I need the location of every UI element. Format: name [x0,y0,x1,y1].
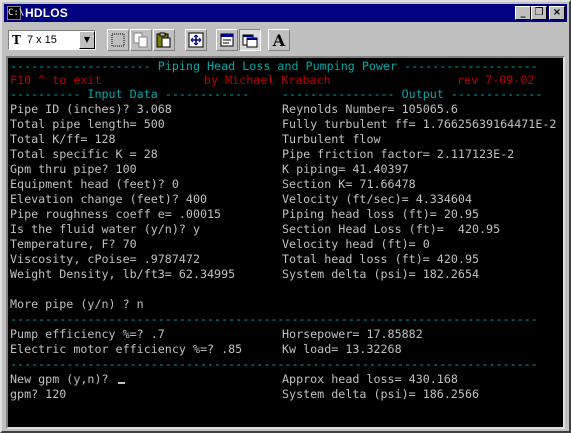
background-icon [242,34,258,48]
input-line: Total specific K = 28 [10,147,158,161]
copy-icon [133,32,148,48]
new-gpm-prompt[interactable]: New gpm (y,n)? [10,372,125,387]
revision-line: rev 7-09-02 [457,73,535,87]
text-cursor [117,382,125,384]
console-output[interactable]: -------------------- Piping Head Loss an… [6,56,565,429]
mark-icon [111,33,125,47]
input-header: ---------- Input Data ------------ [10,87,250,101]
output-line: Section K= 71.66478 [282,177,416,191]
paste-button[interactable] [153,29,175,51]
output-line: Turbulent flow [282,132,381,146]
input-line: Equipment head (feet)? 0 [10,177,179,191]
gpm-prompt: gpm? 120 [10,387,67,401]
output-line: System delta (psi)= 182.2654 [282,267,480,281]
output-line: Section Head Loss (ft)= 420.95 [282,222,501,236]
input-line: Viscosity, cPoise= .9787472 [10,252,200,266]
input-line: Temperature, F? 70 [10,237,137,251]
output-line: Piping head loss (ft)= 20.95 [282,207,480,221]
chevron-down-icon[interactable]: ▼ [79,31,95,49]
more-pipe-prompt: More pipe (y/n) ? n [10,297,144,311]
output-header: ---------------- Output ------------- [282,87,543,101]
minimize-button[interactable]: _ [515,6,531,20]
title-bar[interactable]: C:\ HDLOS _ ❒ × [4,4,567,22]
author-line: by Michael Krabach [204,73,331,87]
motor-efficiency-prompt: Electric motor efficiency %=? .85 [10,342,243,356]
toolbar: T 7 x 15 ▼ A [4,24,567,56]
input-line: Total pipe length= 500 [10,117,165,131]
new-gpm-label: New gpm (y,n)? [10,372,116,386]
exit-hint: F10 ^ to exit [10,73,102,87]
mark-button[interactable] [107,29,129,51]
horsepower-output: Horsepower= 17.85882 [282,327,423,341]
window-title: HDLOS [25,6,68,20]
input-line: Pipe ID (inches)? 3.068 [10,102,172,116]
window-controls: _ ❒ × [515,6,565,20]
properties-button[interactable] [216,29,238,51]
truetype-font-icon: T [12,33,21,47]
input-line: Weight Density, lb/ft3= 62.34995 [10,267,236,281]
output-line: Velocity head (ft)= 0 [282,237,430,251]
app-window: C:\ HDLOS _ ❒ × T 7 x 15 ▼ A -----------… [0,0,571,433]
pump-efficiency-prompt: Pump efficiency %=? .7 [10,327,165,341]
copy-button[interactable] [130,29,152,51]
output-line: Fully turbulent ff= 1.76625639164471E-2 [282,117,557,131]
kw-load-output: Kw load= 13.32268 [282,342,402,356]
input-line: Total K/ff= 128 [10,132,116,146]
input-line: Pipe roughness coeff e= .00015 [10,207,222,221]
fullscreen-icon [188,32,204,48]
font-button[interactable]: A [268,29,290,51]
approx-head-output: Approx head loss= 430.168 [282,372,458,386]
font-icon: A [272,30,286,50]
input-line: Is the fluid water (y/n)? y [10,222,200,236]
close-button[interactable]: × [549,6,565,20]
input-line: Gpm thru pipe? 100 [10,162,137,176]
maximize-button[interactable]: ❒ [531,6,547,20]
app-icon[interactable]: C:\ [7,6,24,20]
output-line: Reynolds Number= 105065.6 [282,102,458,116]
paste-icon [156,32,171,48]
input-line: Elevation change (feet)? 400 [10,192,208,206]
font-size-select[interactable]: T 7 x 15 ▼ [8,30,96,50]
output-line: Total head loss (ft)= 420.95 [282,252,480,266]
output-line: Pipe friction factor= 2.117123E-2 [282,147,515,161]
output-line: K piping= 41.40397 [282,162,409,176]
background-button[interactable] [239,29,261,51]
section-divider: ----------------------------------------… [10,312,538,326]
output-line: Velocity (ft/sec)= 4.334604 [282,192,472,206]
section-divider: ----------------------------------------… [10,357,538,371]
properties-icon [220,33,234,47]
system-delta-output: System delta (psi)= 186.2566 [282,387,480,401]
fullscreen-button[interactable] [185,29,207,51]
header-rule: -------------------- Piping Head Loss an… [10,59,538,73]
font-size-value: 7 x 15 [26,34,57,46]
